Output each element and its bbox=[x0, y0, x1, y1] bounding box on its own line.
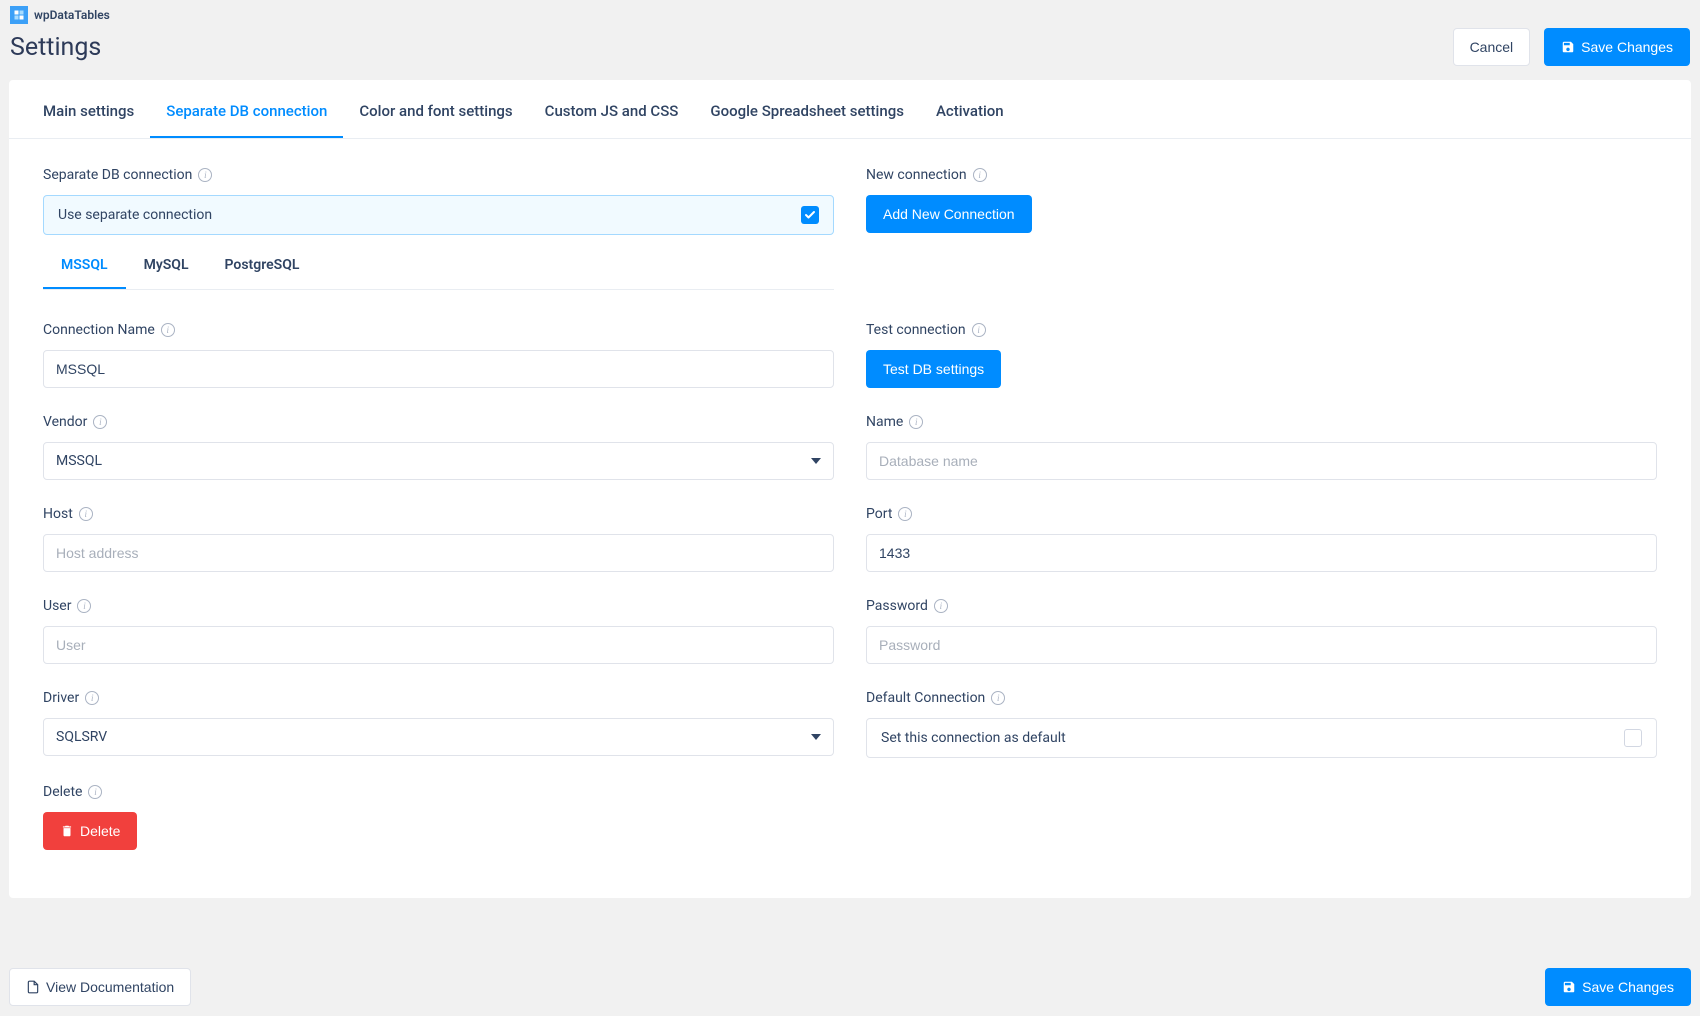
connection-name-label: Connection Name bbox=[43, 322, 834, 338]
view-documentation-label: View Documentation bbox=[46, 979, 174, 995]
default-connection-text: Set this connection as default bbox=[881, 730, 1066, 746]
password-label: Password bbox=[866, 598, 1657, 614]
subtab-postgres[interactable]: PostgreSQL bbox=[207, 243, 318, 289]
separate-db-label-text: Separate DB connection bbox=[43, 167, 192, 183]
add-new-connection-label: Add New Connection bbox=[883, 206, 1015, 222]
add-new-connection-button[interactable]: Add New Connection bbox=[866, 195, 1032, 233]
user-label: User bbox=[43, 598, 834, 614]
info-icon[interactable] bbox=[161, 323, 175, 337]
connection-name-input[interactable] bbox=[43, 350, 834, 388]
save-icon bbox=[1561, 40, 1575, 54]
port-label: Port bbox=[866, 506, 1657, 522]
save-button-label: Save Changes bbox=[1581, 39, 1673, 55]
host-label: Host bbox=[43, 506, 834, 522]
page-footer: View Documentation Save Changes bbox=[0, 958, 1700, 1016]
vendor-select-value: MSSQL bbox=[56, 453, 102, 469]
info-icon[interactable] bbox=[93, 415, 107, 429]
tab-separate-db[interactable]: Separate DB connection bbox=[150, 80, 343, 138]
driver-label: Driver bbox=[43, 690, 834, 706]
page-header: Settings Cancel Save Changes bbox=[0, 24, 1700, 80]
delete-label: Delete bbox=[43, 784, 834, 800]
subtab-mssql[interactable]: MSSQL bbox=[43, 243, 126, 289]
user-input[interactable] bbox=[43, 626, 834, 664]
chevron-down-icon bbox=[811, 734, 821, 740]
default-connection-label: Default Connection bbox=[866, 690, 1657, 706]
port-label-text: Port bbox=[866, 506, 892, 522]
host-input[interactable] bbox=[43, 534, 834, 572]
save-icon bbox=[1562, 980, 1576, 994]
user-label-text: User bbox=[43, 598, 71, 614]
checkbox-unchecked-icon[interactable] bbox=[1624, 729, 1642, 747]
document-icon bbox=[26, 979, 40, 995]
password-label-text: Password bbox=[866, 598, 928, 614]
info-icon[interactable] bbox=[198, 168, 212, 182]
db-name-label: Name bbox=[866, 414, 1657, 430]
separate-db-label: Separate DB connection bbox=[43, 167, 834, 183]
connection-subtabs: MSSQL MySQL PostgreSQL bbox=[43, 243, 834, 290]
port-input[interactable] bbox=[866, 534, 1657, 572]
header-actions: Cancel Save Changes bbox=[1453, 28, 1690, 66]
page-title: Settings bbox=[10, 33, 101, 62]
info-icon[interactable] bbox=[934, 599, 948, 613]
info-icon[interactable] bbox=[991, 691, 1005, 705]
save-button-footer-label: Save Changes bbox=[1582, 979, 1674, 995]
test-connection-label-text: Test connection bbox=[866, 322, 966, 338]
tab-color-font[interactable]: Color and font settings bbox=[343, 80, 528, 138]
panel-body: Separate DB connection Use separate conn… bbox=[9, 139, 1691, 898]
password-input[interactable] bbox=[866, 626, 1657, 664]
chevron-down-icon bbox=[811, 458, 821, 464]
delete-label-text: Delete bbox=[43, 784, 82, 800]
connection-name-label-text: Connection Name bbox=[43, 322, 155, 338]
brand-logo-icon bbox=[10, 6, 28, 24]
info-icon[interactable] bbox=[909, 415, 923, 429]
info-icon[interactable] bbox=[972, 323, 986, 337]
test-db-settings-label: Test DB settings bbox=[883, 361, 984, 377]
driver-label-text: Driver bbox=[43, 690, 79, 706]
info-icon[interactable] bbox=[79, 507, 93, 521]
use-separate-connection-toggle[interactable]: Use separate connection bbox=[43, 195, 834, 235]
tab-google-spreadsheet[interactable]: Google Spreadsheet settings bbox=[694, 80, 920, 138]
tab-custom-js-css[interactable]: Custom JS and CSS bbox=[529, 80, 695, 138]
cancel-button[interactable]: Cancel bbox=[1453, 28, 1531, 66]
delete-button[interactable]: Delete bbox=[43, 812, 137, 850]
vendor-label-text: Vendor bbox=[43, 414, 87, 430]
settings-panel: Main settings Separate DB connection Col… bbox=[9, 80, 1691, 898]
db-name-input[interactable] bbox=[866, 442, 1657, 480]
vendor-select[interactable]: MSSQL bbox=[43, 442, 834, 480]
new-connection-label-text: New connection bbox=[866, 167, 967, 183]
info-icon[interactable] bbox=[88, 785, 102, 799]
delete-button-label: Delete bbox=[80, 823, 120, 839]
tab-main-settings[interactable]: Main settings bbox=[27, 80, 150, 138]
save-button-footer[interactable]: Save Changes bbox=[1545, 968, 1691, 1006]
cancel-button-label: Cancel bbox=[1470, 39, 1514, 55]
host-label-text: Host bbox=[43, 506, 73, 522]
driver-select[interactable]: SQLSRV bbox=[43, 718, 834, 756]
test-connection-label: Test connection bbox=[866, 322, 1657, 338]
tab-activation[interactable]: Activation bbox=[920, 80, 1020, 138]
vendor-label: Vendor bbox=[43, 414, 834, 430]
view-documentation-button[interactable]: View Documentation bbox=[9, 968, 191, 1006]
checkbox-checked-icon[interactable] bbox=[801, 206, 819, 224]
info-icon[interactable] bbox=[973, 168, 987, 182]
subtab-mysql[interactable]: MySQL bbox=[126, 243, 207, 289]
info-icon[interactable] bbox=[85, 691, 99, 705]
driver-select-value: SQLSRV bbox=[56, 729, 107, 745]
db-name-label-text: Name bbox=[866, 414, 903, 430]
brand-name: wpDataTables bbox=[34, 8, 110, 22]
save-button[interactable]: Save Changes bbox=[1544, 28, 1690, 66]
trash-icon bbox=[60, 824, 74, 838]
use-separate-connection-text: Use separate connection bbox=[58, 207, 212, 223]
test-db-settings-button[interactable]: Test DB settings bbox=[866, 350, 1001, 388]
info-icon[interactable] bbox=[898, 507, 912, 521]
brand-bar: wpDataTables bbox=[0, 0, 1700, 24]
info-icon[interactable] bbox=[77, 599, 91, 613]
default-connection-label-text: Default Connection bbox=[866, 690, 985, 706]
new-connection-label: New connection bbox=[866, 167, 1657, 183]
main-tabs: Main settings Separate DB connection Col… bbox=[9, 80, 1691, 139]
default-connection-toggle[interactable]: Set this connection as default bbox=[866, 718, 1657, 758]
